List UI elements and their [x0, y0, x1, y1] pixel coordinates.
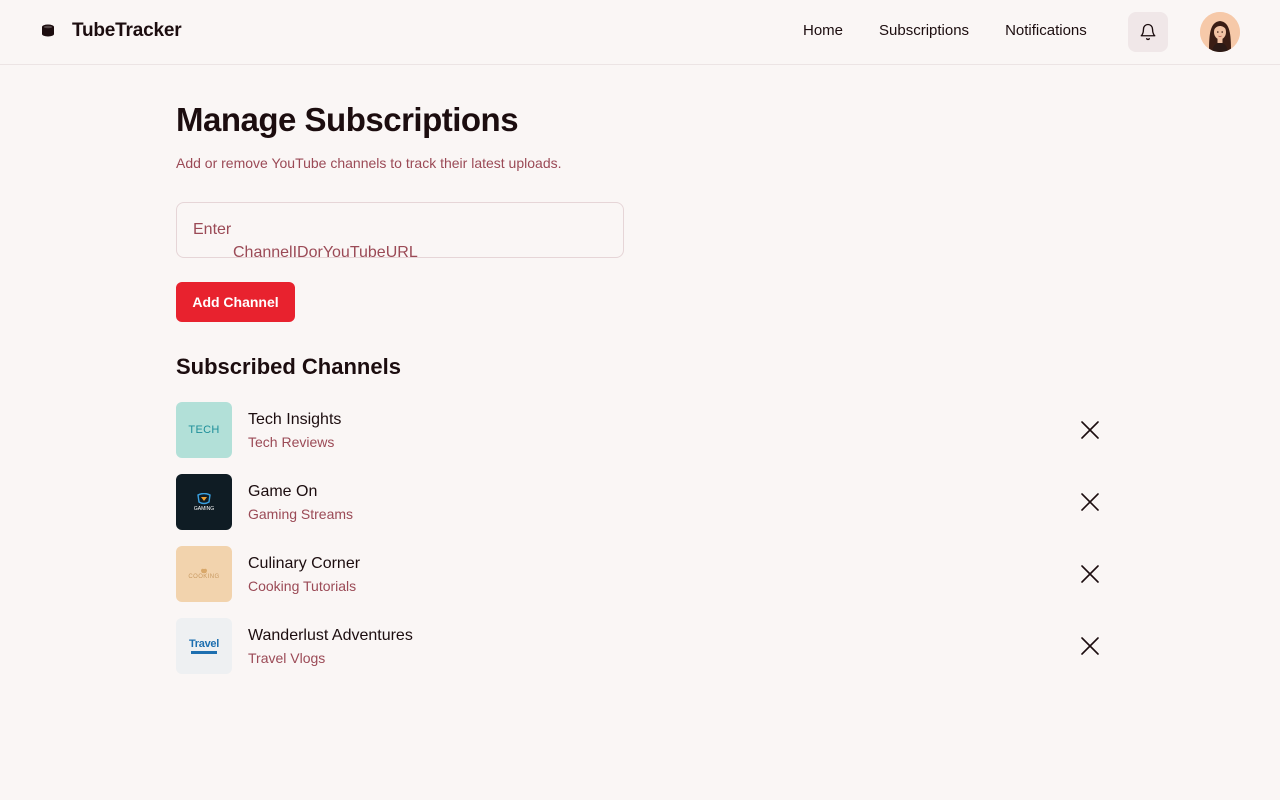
add-channel-button[interactable]: Add Channel — [176, 282, 295, 322]
travel-logo-underline — [191, 650, 217, 654]
channel-thumbnail: TECH — [176, 402, 232, 458]
remove-channel-button[interactable] — [1078, 562, 1102, 586]
channel-category: Travel Vlogs — [248, 650, 326, 666]
close-icon — [1081, 565, 1099, 583]
page-title: Manage Subscriptions — [176, 101, 519, 138]
channel-row: COOKING Culinary Corner Cooking Tutorial… — [176, 546, 1104, 618]
channel-name: Tech Insights — [248, 411, 342, 428]
nav-home[interactable]: Home — [803, 22, 843, 39]
channel-thumbnail-logo: TECH — [188, 424, 220, 436]
channel-thumbnail: COOKING — [176, 546, 232, 602]
remove-channel-button[interactable] — [1078, 418, 1102, 442]
top-navbar: TubeTracker Home Subscriptions Notificat… — [0, 0, 1280, 65]
channel-list: TECH Tech Insights Tech Reviews GAMING G… — [176, 402, 1104, 690]
notifications-button[interactable] — [1128, 12, 1168, 52]
close-icon — [1081, 637, 1099, 655]
channel-row: Travel Wanderlust Adventures Travel Vlog… — [176, 618, 1104, 690]
remove-channel-button[interactable] — [1078, 634, 1102, 658]
channel-name: Game On — [248, 483, 318, 500]
brand-logo-icon — [42, 24, 54, 37]
channel-input-placeholder-continued: ChannelIDorYouTubeURL — [233, 244, 418, 258]
brand[interactable]: TubeTracker — [40, 20, 182, 42]
channel-category: Gaming Streams — [248, 506, 354, 522]
close-icon — [1081, 493, 1099, 511]
channel-name: Wanderlust Adventures — [248, 627, 413, 644]
remove-channel-button[interactable] — [1078, 490, 1102, 514]
channel-thumbnail: Travel — [176, 618, 232, 674]
page-subtitle: Add or remove YouTube channels to track … — [176, 155, 562, 171]
channel-row: GAMING Game On Gaming Streams — [176, 474, 1104, 546]
channel-thumbnail: GAMING — [176, 474, 232, 530]
channel-thumbnail-logo: GAMING — [193, 505, 215, 512]
channel-thumbnail-logo: Travel — [188, 637, 219, 650]
channel-category: Tech Reviews — [248, 434, 335, 450]
gaming-logo-icon — [197, 492, 211, 504]
main-nav: Home Subscriptions Notifications — [803, 22, 1123, 39]
app-name: TubeTracker — [72, 20, 182, 41]
channel-name: Culinary Corner — [248, 555, 361, 572]
channel-input[interactable]: Enter ChannelIDorYouTubeURL — [176, 202, 624, 258]
channel-input-placeholder: Enter — [193, 221, 232, 238]
nav-subscriptions[interactable]: Subscriptions — [879, 22, 969, 39]
avatar-portrait-icon — [1200, 12, 1240, 52]
channel-category: Cooking Tutorials — [248, 578, 357, 594]
bell-icon — [1140, 23, 1156, 41]
channel-row: TECH Tech Insights Tech Reviews — [176, 402, 1104, 474]
close-icon — [1081, 421, 1099, 439]
channel-thumbnail-logo: COOKING — [188, 574, 220, 580]
user-avatar[interactable] — [1200, 12, 1240, 52]
subscribed-channels-heading: Subscribed Channels — [176, 354, 401, 379]
nav-notifications[interactable]: Notifications — [1005, 22, 1087, 39]
